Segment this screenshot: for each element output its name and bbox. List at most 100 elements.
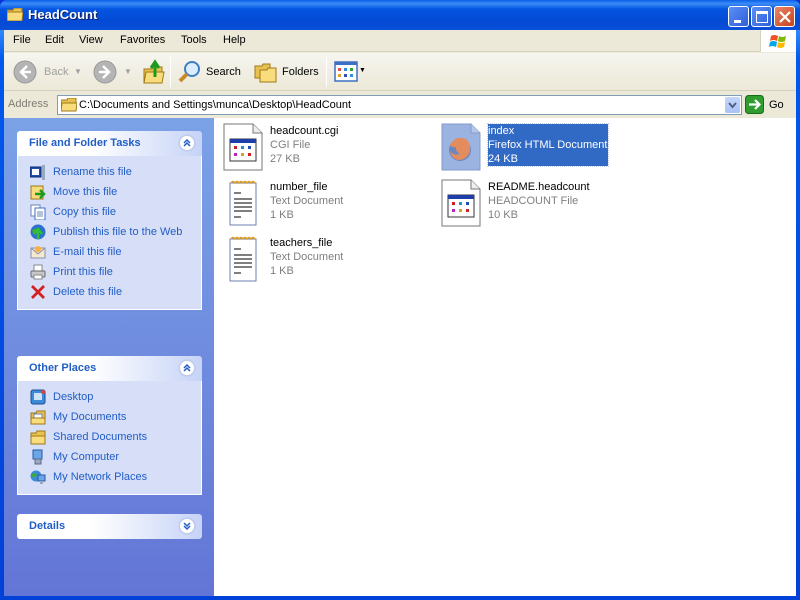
file-size: 27 KB — [270, 153, 300, 165]
forward-arrow-icon — [93, 60, 117, 84]
file-type: Text Document — [270, 251, 344, 263]
menu-help[interactable]: Help — [223, 34, 246, 46]
menu-view[interactable]: View — [79, 34, 103, 46]
place-label: My Computer — [53, 451, 120, 463]
place-my-network-places[interactable]: My Network Places — [18, 468, 201, 488]
firefox-document-icon — [441, 123, 481, 171]
file-item[interactable]: README.headcount HEADCOUNT File 10 KB — [441, 179, 651, 231]
task-label: Copy this file — [53, 206, 116, 218]
task-label: Publish this file to the Web — [53, 226, 183, 238]
file-info: index Firefox HTML Document 24 KB — [486, 123, 610, 167]
chevron-down-icon — [728, 102, 737, 109]
back-button[interactable]: Back ▼ — [10, 57, 82, 87]
file-name: headcount.cgi — [270, 125, 339, 137]
place-label: Shared Documents — [53, 431, 148, 443]
desktop-icon — [30, 389, 46, 405]
task-email[interactable]: E-mail this file — [18, 243, 201, 263]
panel-header[interactable]: Details — [17, 514, 202, 539]
publish-web-icon — [30, 224, 46, 240]
folders-button[interactable]: Folders — [252, 57, 322, 87]
search-button[interactable]: Search — [176, 57, 242, 87]
views-dropdown-icon: ▼ — [359, 67, 366, 74]
panel-body: Rename this file Move this file Copy thi… — [17, 156, 202, 310]
maximize-button[interactable] — [751, 6, 772, 27]
collapse-button[interactable] — [179, 360, 195, 376]
folder-icon — [7, 8, 23, 21]
views-button[interactable]: ▼ — [332, 57, 366, 87]
file-size: 1 KB — [270, 209, 294, 221]
panel-header[interactable]: File and Folder Tasks — [17, 131, 202, 156]
task-move[interactable]: Move this file — [18, 183, 201, 203]
address-value: C:\Documents and Settings\munca\Desktop\… — [79, 99, 352, 111]
my-documents-icon — [30, 410, 46, 425]
file-info: headcount.cgi CGI File 27 KB — [270, 124, 339, 166]
email-icon — [30, 246, 46, 259]
close-button[interactable] — [774, 6, 795, 27]
place-my-documents[interactable]: My Documents — [18, 408, 201, 428]
place-shared-documents[interactable]: Shared Documents — [18, 428, 201, 448]
folder-icon — [30, 430, 46, 445]
up-folder-icon — [143, 59, 165, 84]
menu-bar: File Edit View Favorites Tools Help — [4, 30, 796, 52]
address-bar: Address C:\Documents and Settings\munca\… — [4, 92, 796, 118]
back-arrow-icon — [13, 60, 37, 84]
place-label: My Documents — [53, 411, 127, 423]
menu-file[interactable]: File — [13, 34, 31, 46]
menu-tools[interactable]: Tools — [181, 34, 207, 46]
task-rename[interactable]: Rename this file — [18, 163, 201, 183]
details-panel: Details — [17, 514, 202, 539]
file-item[interactable]: number_file Text Document 1 KB — [223, 179, 433, 231]
file-item[interactable]: teachers_file Text Document 1 KB — [223, 235, 433, 287]
file-name: index — [488, 125, 515, 137]
forward-button[interactable]: ▼ — [90, 57, 134, 87]
maximize-icon — [756, 11, 768, 23]
close-icon — [779, 11, 791, 23]
text-document-icon — [229, 236, 257, 282]
minimize-button[interactable] — [728, 6, 749, 27]
menu-favorites[interactable]: Favorites — [120, 34, 165, 46]
chevron-up-double-icon — [183, 363, 191, 372]
address-input[interactable]: C:\Documents and Settings\munca\Desktop\… — [57, 95, 742, 115]
forward-dropdown-icon[interactable]: ▼ — [124, 67, 132, 76]
windows-logo — [760, 30, 796, 52]
task-label: Move this file — [53, 186, 118, 198]
delete-icon — [31, 285, 45, 299]
file-info: teachers_file Text Document 1 KB — [270, 236, 343, 278]
go-button[interactable]: Go — [744, 95, 792, 115]
app-file-icon — [441, 179, 481, 227]
file-item[interactable]: headcount.cgi CGI File 27 KB — [223, 123, 433, 175]
file-type: Firefox HTML Document — [488, 139, 608, 151]
place-desktop[interactable]: Desktop — [18, 388, 201, 408]
task-print[interactable]: Print this file — [18, 263, 201, 283]
task-pane: File and Folder Tasks Rename this file M… — [4, 118, 214, 596]
file-name: README.headcount — [488, 181, 590, 193]
address-dropdown-button[interactable] — [725, 97, 740, 113]
file-size: 24 KB — [488, 153, 518, 165]
file-item-selected[interactable]: index Firefox HTML Document 24 KB — [441, 123, 651, 175]
up-folder-button[interactable] — [140, 57, 168, 87]
place-label: My Network Places — [53, 471, 148, 483]
window-body: File Edit View Favorites Tools Help Back… — [4, 30, 796, 596]
menu-edit[interactable]: Edit — [45, 34, 64, 46]
window-title: HeadCount — [28, 7, 98, 22]
collapse-button[interactable] — [179, 135, 195, 151]
panel-title: Other Places — [29, 362, 97, 374]
back-dropdown-icon[interactable]: ▼ — [74, 67, 82, 76]
toolbar-separator — [326, 57, 327, 87]
expand-button[interactable] — [179, 518, 195, 534]
go-arrow-icon — [745, 95, 764, 114]
toolbar-separator — [170, 57, 171, 87]
task-publish[interactable]: Publish this file to the Web — [18, 223, 201, 243]
standard-toolbar: Back ▼ ▼ Search Folders ▼ — [4, 53, 796, 91]
task-label: Rename this file — [53, 166, 132, 178]
task-copy[interactable]: Copy this file — [18, 203, 201, 223]
printer-icon — [30, 264, 46, 280]
file-name: teachers_file — [270, 237, 333, 249]
task-delete[interactable]: Delete this file — [18, 283, 201, 303]
panel-title: File and Folder Tasks — [29, 137, 141, 149]
place-my-computer[interactable]: My Computer — [18, 448, 201, 468]
panel-header[interactable]: Other Places — [17, 356, 202, 381]
title-bar[interactable]: HeadCount — [0, 0, 800, 30]
my-computer-icon — [32, 449, 43, 465]
folder-icon — [61, 98, 77, 112]
